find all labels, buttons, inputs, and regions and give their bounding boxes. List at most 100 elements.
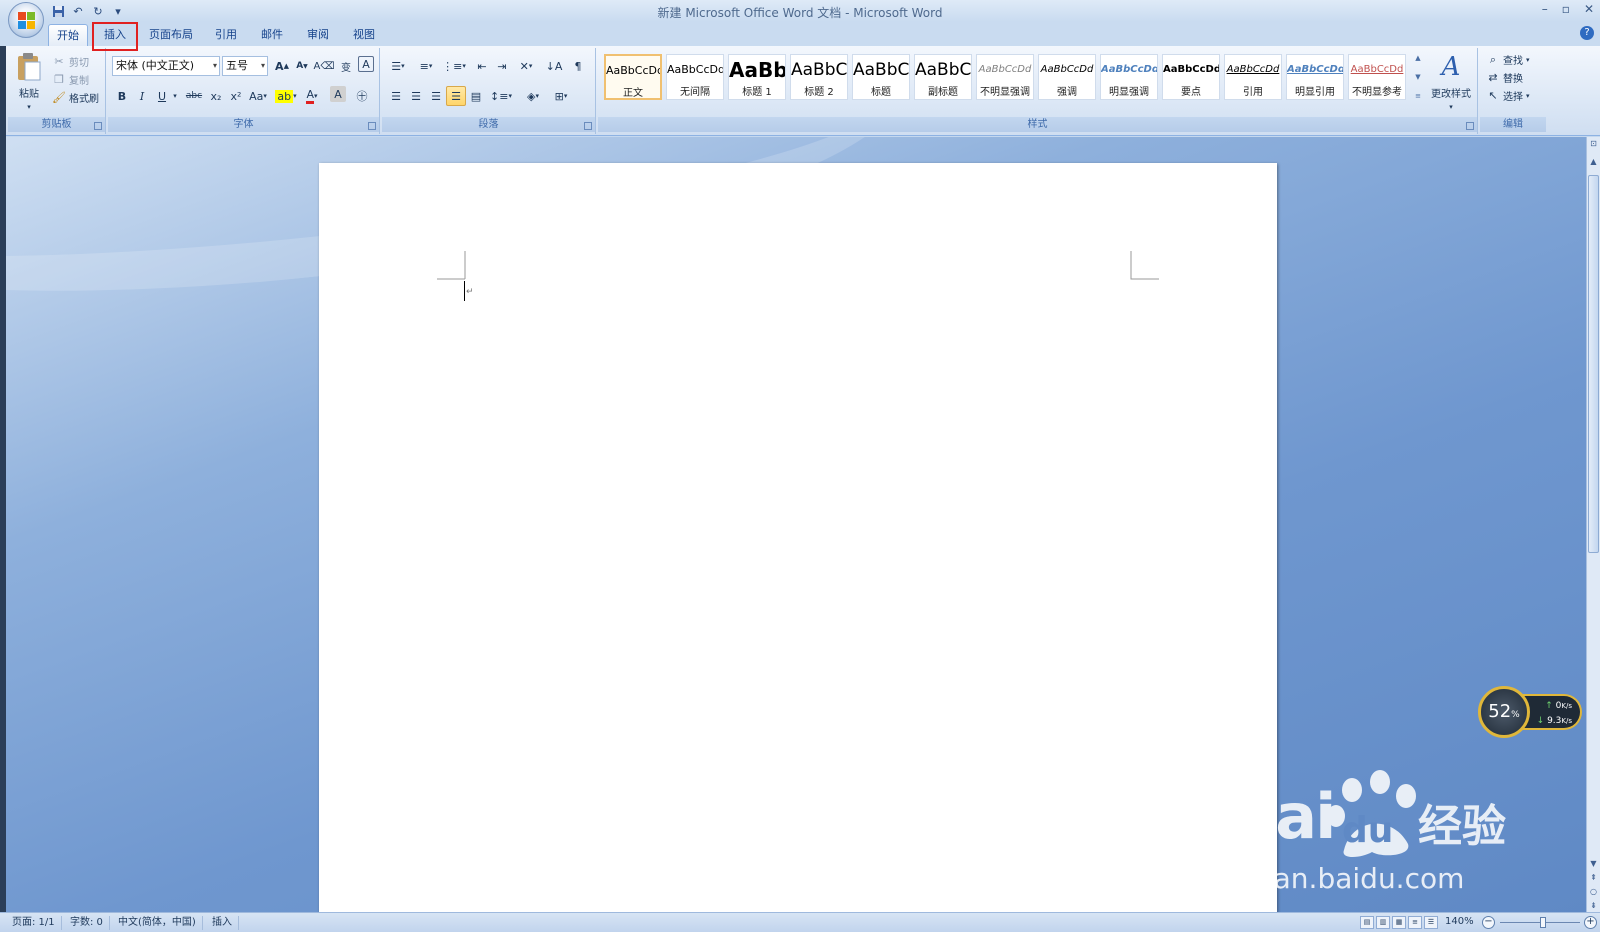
copy-button[interactable]: ❐ 复制 (52, 72, 89, 87)
multilevel-list-button[interactable]: ⋮≡ ▾ (442, 56, 466, 76)
phonetic-guide-button[interactable]: 变 (336, 56, 356, 76)
style-item[interactable]: AaBbCcDd 明显引用 (1286, 54, 1344, 100)
clear-format-button[interactable]: A⌫ (314, 56, 335, 76)
tab-home[interactable]: 开始 (48, 24, 88, 46)
style-item[interactable]: AaBbC 标题 2 (790, 54, 848, 100)
paragraph-launcher-icon[interactable] (584, 122, 592, 130)
select-browse-object-icon[interactable]: ○ (1587, 887, 1600, 896)
style-item[interactable]: AaBb 标题 1 (728, 54, 786, 100)
align-left-button[interactable]: ☰ (386, 86, 406, 106)
tab-mailings[interactable]: 邮件 (254, 24, 290, 46)
previous-page-icon[interactable]: ⇞ (1587, 873, 1600, 882)
zoom-in-button[interactable]: + (1584, 916, 1597, 929)
ruler-toggle-icon[interactable]: ⊡ (1587, 139, 1600, 148)
restore-button[interactable]: ▫ (1562, 2, 1570, 16)
bold-button[interactable]: B (112, 86, 132, 106)
format-painter-button[interactable]: 🖌 格式刷 (52, 90, 99, 105)
font-launcher-icon[interactable] (368, 122, 376, 130)
cut-button[interactable]: ✂ 剪切 (52, 54, 89, 69)
outline-view-icon[interactable]: ≡ (1408, 916, 1422, 929)
network-speed-widget[interactable]: ↑ 0K/s ↓ 9.3K/s 52% (1478, 686, 1586, 738)
scroll-down-icon[interactable]: ▼ (1587, 859, 1600, 868)
zoom-slider-thumb[interactable] (1540, 917, 1546, 928)
gallery-scroll[interactable]: ▲ ▼ ≡ (1412, 54, 1424, 100)
scroll-down-icon[interactable]: ▼ (1415, 73, 1420, 81)
style-item[interactable]: AaBbCcDd 不明显强调 (976, 54, 1034, 100)
styles-launcher-icon[interactable] (1466, 122, 1474, 130)
sort-button[interactable]: ↓A (544, 56, 564, 76)
style-item[interactable]: AaBbC 副标题 (914, 54, 972, 100)
style-item[interactable]: AaBbCcDd 要点 (1162, 54, 1220, 100)
tab-page-layout[interactable]: 页面布局 (144, 24, 198, 46)
shading-button[interactable]: ◈ ▾ (520, 86, 546, 106)
web-layout-icon[interactable]: ▦ (1392, 916, 1406, 929)
style-item[interactable]: AaBbCcDd 引用 (1224, 54, 1282, 100)
paste-button[interactable]: 粘贴 ▾ (14, 52, 44, 111)
find-button[interactable]: ⌕ 查找 ▾ (1486, 52, 1530, 68)
align-right-button[interactable]: ☰ (426, 86, 446, 106)
tab-references[interactable]: 引用 (208, 24, 244, 46)
style-item[interactable]: AaBbCcDd 无间隔 (666, 54, 724, 100)
justify-button[interactable]: ☰ (446, 86, 466, 106)
grow-font-button[interactable]: A ▲ (272, 56, 292, 76)
decrease-indent-button[interactable]: ⇤ (472, 56, 492, 76)
style-item[interactable]: AaBbC 标题 (852, 54, 910, 100)
style-item[interactable]: AaBbCcDd 强调 (1038, 54, 1096, 100)
replace-button[interactable]: ⇄ 替换 (1486, 70, 1523, 85)
status-page[interactable]: 页面: 1/1 (6, 916, 62, 930)
increase-indent-button[interactable]: ⇥ (492, 56, 512, 76)
style-item[interactable]: AaBbCcDd 正文 (604, 54, 662, 100)
tab-review[interactable]: 审阅 (300, 24, 336, 46)
enclose-char-button[interactable]: ㊉ (352, 86, 372, 106)
highlight-button[interactable]: ab ▾ (274, 86, 298, 106)
font-size-combo[interactable]: 五号 ▾ (222, 56, 268, 76)
show-marks-button[interactable]: ¶ (568, 56, 588, 76)
line-spacing-button[interactable]: ↕≡ ▾ (488, 86, 514, 106)
strikethrough-button[interactable]: abc (182, 86, 206, 106)
full-screen-reading-icon[interactable]: ▥ (1376, 916, 1390, 929)
print-layout-view-icon[interactable]: ▤ (1360, 916, 1374, 929)
bullets-button[interactable]: ☰ ▾ (386, 56, 410, 76)
help-icon[interactable]: ? (1580, 26, 1594, 40)
font-color-button[interactable]: A ▾ (300, 86, 324, 106)
document-page[interactable]: ↵ (319, 163, 1277, 923)
underline-dropdown[interactable]: ▾ (170, 86, 180, 106)
minimize-button[interactable]: – (1542, 2, 1548, 16)
gallery-more-icon[interactable]: ≡ (1415, 92, 1421, 100)
font-color-icon: A (306, 88, 314, 104)
draft-view-icon[interactable]: ☰ (1424, 916, 1438, 929)
close-button[interactable]: ✕ (1584, 2, 1594, 16)
chinese-layout-button[interactable]: ✕ ▾ (514, 56, 538, 76)
copy-label: 复制 (69, 76, 89, 87)
zoom-level[interactable]: 140% (1445, 916, 1474, 927)
distribute-button[interactable]: ▤ (466, 86, 486, 106)
vertical-scrollbar[interactable]: ⊡ ▲ ▼ ⇞ ○ ⇟ (1586, 137, 1600, 915)
status-language[interactable]: 中文(简体，中国) (112, 916, 203, 930)
numbering-button[interactable]: ≡ ▾ (414, 56, 438, 76)
subscript-button[interactable]: x₂ (206, 86, 226, 106)
align-center-button[interactable]: ☰ (406, 86, 426, 106)
char-border-button[interactable]: A (358, 56, 374, 72)
superscript-button[interactable]: x² (226, 86, 246, 106)
status-insert-mode[interactable]: 插入 (206, 916, 239, 930)
status-word-count[interactable]: 字数: 0 (64, 916, 110, 930)
font-family-combo[interactable]: 宋体 (中文正文) ▾ (112, 56, 220, 76)
change-case-button[interactable]: Aa ▾ (246, 86, 270, 106)
scroll-thumb[interactable] (1588, 175, 1599, 553)
style-item[interactable]: AaBbCcDd 不明显参考 (1348, 54, 1406, 100)
tab-view[interactable]: 视图 (346, 24, 382, 46)
scroll-up-icon[interactable]: ▲ (1587, 157, 1600, 166)
change-styles-button[interactable]: A 更改样式 ▾ (1426, 52, 1476, 111)
office-button[interactable] (8, 2, 44, 38)
char-shading-button[interactable]: A (330, 86, 346, 102)
select-button[interactable]: ↖ 选择 ▾ (1486, 88, 1529, 103)
style-item[interactable]: AaBbCcDd 明显强调 (1100, 54, 1158, 100)
borders-button[interactable]: ⊞ ▾ (548, 86, 574, 106)
underline-button[interactable]: U (152, 86, 172, 106)
next-page-icon[interactable]: ⇟ (1587, 901, 1600, 910)
italic-button[interactable]: I (132, 86, 152, 106)
shrink-font-button[interactable]: A ▼ (292, 56, 312, 76)
zoom-out-button[interactable]: − (1482, 916, 1495, 929)
clipboard-launcher-icon[interactable] (94, 122, 102, 130)
scroll-up-icon[interactable]: ▲ (1415, 54, 1420, 62)
